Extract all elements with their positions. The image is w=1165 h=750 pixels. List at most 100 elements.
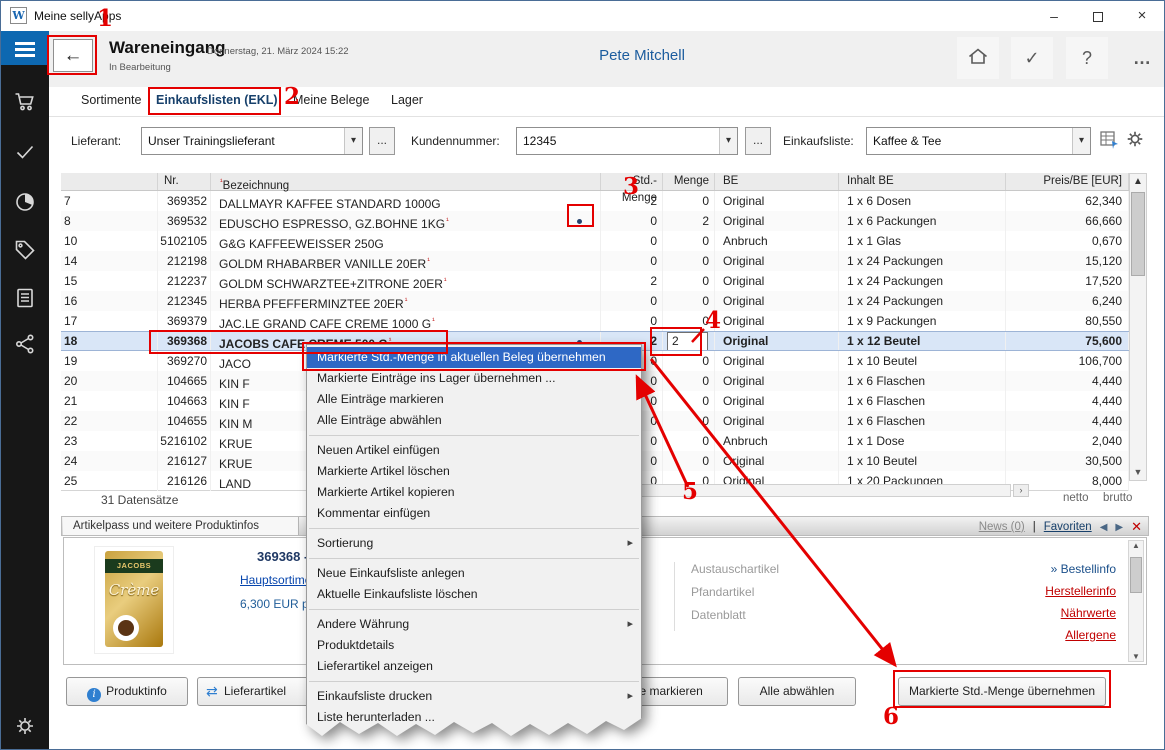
chevron-down-icon[interactable]: ▾ [344,128,362,154]
favoriten-link[interactable]: Favoriten [1044,521,1092,533]
catalog-icon[interactable] [14,287,36,309]
cell-menge[interactable]: 0 [663,371,715,391]
lieferant-more-button[interactable]: ... [369,127,395,155]
more-options-button[interactable]: … [1121,37,1163,79]
cell-menge[interactable]: 0 [663,391,715,411]
settings-gear-icon[interactable] [14,715,36,737]
context-menu-item[interactable]: Einkaufsliste drucken▸ [307,686,641,707]
scroll-up-icon[interactable]: ▲ [1129,541,1143,550]
minimize-button[interactable]: – [1032,1,1076,31]
tab-meine-belege[interactable]: Meine Belege [293,93,369,107]
cell-menge[interactable]: 2 [663,211,715,231]
panel-vertical-scrollbar[interactable]: ▲ ▼ [1128,540,1144,662]
tab-einkaufslisten[interactable]: Einkaufslisten (EKL) [156,93,278,107]
scrollbar-thumb[interactable] [1131,192,1145,276]
col-preis[interactable]: Preis/BE [EUR] [1006,173,1129,190]
table-row[interactable]: 14 212198 GOLDM RHABARBER VANILLE 20ER¹ … [61,251,1129,271]
cell-menge[interactable]: 0 [663,231,715,251]
list-settings-gear-icon[interactable] [1125,129,1145,152]
herstellerinfo-link[interactable]: Herstellerinfo [1045,584,1116,598]
chevron-down-icon[interactable]: ▾ [719,128,737,154]
kundennummer-more-button[interactable]: ... [745,127,771,155]
table-header[interactable]: Nr. ¹Bezeichnung Std.-Menge Menge BE Inh… [61,173,1129,191]
context-menu-item[interactable]: Kommentar einfügen [307,503,641,524]
news-link[interactable]: News (0) [979,521,1025,533]
context-menu-item[interactable]: Markierte Einträge ins Lager übernehmen … [307,368,641,389]
alle-abwaehlen-button[interactable]: Alle abwählen [738,677,856,706]
close-button[interactable]: × [1120,1,1164,31]
tab-lager[interactable]: Lager [391,93,423,107]
logged-in-user[interactable]: Pete Mitchell [542,47,742,64]
chevron-down-icon[interactable]: ▾ [1072,128,1090,154]
cell-menge[interactable]: 0 [663,191,715,211]
kundennummer-select[interactable]: 12345 ▾ [516,127,738,155]
share-network-icon[interactable] [14,333,36,355]
cell-menge[interactable]: 0 [663,251,715,271]
produktinfo-button[interactable]: iProduktinfo [66,677,188,706]
context-menu-item[interactable]: Markierte Std.-Menge in aktuellen Beleg … [307,347,641,368]
cell-menge[interactable]: 2 [663,332,715,350]
lieferartikel-button[interactable]: ⇄Lieferartikel [197,677,317,706]
col-nr[interactable]: Nr. [158,173,211,190]
context-menu-item[interactable]: Neue Einkaufsliste anlegen [307,563,641,584]
scroll-down-icon[interactable]: ▼ [1130,464,1146,480]
tag-icon[interactable] [14,239,36,261]
context-menu-item[interactable]: Markierte Artikel kopieren [307,482,641,503]
cell-menge[interactable]: 0 [663,271,715,291]
context-menu-item[interactable]: Alle Einträge markieren [307,389,641,410]
brutto-toggle[interactable]: brutto [1103,492,1132,504]
context-menu-item[interactable]: Andere Währung▸ [307,614,641,635]
close-panel-icon[interactable]: ✕ [1131,519,1142,535]
tasks-check-icon[interactable] [14,141,36,163]
einkaufsliste-select[interactable]: Kaffee & Tee ▾ [866,127,1091,155]
context-menu-item[interactable]: Alle Einträge abwählen [307,410,641,431]
cart-icon[interactable] [14,91,36,113]
cell-menge[interactable]: 0 [663,291,715,311]
table-row[interactable]: 8 369532 EDUSCHO ESPRESSO, GZ.BOHNE 1KG¹… [61,211,1129,231]
help-button[interactable]: ? [1066,37,1108,79]
home-button[interactable] [957,37,999,79]
context-menu-item[interactable]: Lieferartikel anzeigen [307,656,641,677]
allergene-link[interactable]: Allergene [1045,628,1116,642]
table-row[interactable]: 7 369352 DALLMAYR KAFFEE STANDARD 1000G … [61,191,1129,211]
back-button[interactable]: ← [53,39,93,72]
confirm-button[interactable]: ✓ [1011,37,1053,79]
context-menu-item[interactable]: Sortierung▸ [307,533,641,554]
context-menu-item[interactable]: Neuen Artikel einfügen [307,440,641,461]
context-menu-item[interactable]: Liste herunterladen ... [307,707,641,728]
artikelpass-title[interactable]: Artikelpass und weitere Produktinfos [63,517,299,535]
next-arrow-icon[interactable]: ▶ [1115,522,1123,533]
table-row[interactable]: 16 212345 HERBA PFEFFERMINZTEE 20ER¹ 0 0… [61,291,1129,311]
scroll-down-icon[interactable]: ▼ [1129,652,1143,661]
scrollbar-thumb[interactable] [1130,557,1142,593]
table-row[interactable]: 10 5102105 G&G KAFFEEWEISSER 250G 0 0 An… [61,231,1129,251]
col-be[interactable]: BE [715,173,839,190]
scroll-right-icon[interactable]: › [1013,484,1029,497]
lieferant-select[interactable]: Unser Trainingslieferant ▾ [141,127,363,155]
col-std-menge[interactable]: Std.-Menge [601,173,663,190]
prev-arrow-icon[interactable]: ◀ [1100,522,1108,533]
context-menu-item[interactable]: Markierte Artikel löschen [307,461,641,482]
context-menu-item[interactable]: Produktdetails [307,635,641,656]
markierte-std-menge-uebernehmen-button[interactable]: Markierte Std.-Menge übernehmen [898,677,1106,706]
pie-chart-icon[interactable] [14,191,36,213]
cell-menge[interactable]: 0 [663,411,715,431]
cell-menge[interactable]: 0 [663,311,715,331]
netto-toggle[interactable]: netto [1063,492,1089,504]
table-row[interactable]: 15 212237 GOLDM SCHWARZTEE+ZITRONE 20ER¹… [61,271,1129,291]
bestellinfo-link[interactable]: » Bestellinfo [1045,562,1116,576]
table-row[interactable]: 17 369379 JAC.LE GRAND CAFE CREME 1000 G… [61,311,1129,331]
cell-menge[interactable]: 0 [663,431,715,451]
col-menge[interactable]: Menge [663,173,715,190]
scroll-up-icon[interactable]: ▲ [1130,174,1146,190]
tab-sortimente[interactable]: Sortimente [81,93,141,107]
col-bezeichnung[interactable]: ¹Bezeichnung [211,173,601,190]
col-inhalt-be[interactable]: Inhalt BE [839,173,1006,190]
table-vertical-scrollbar[interactable]: ▲ ▼ [1129,173,1147,481]
cell-menge[interactable]: 0 [663,451,715,471]
context-menu-item[interactable]: Aktuelle Einkaufsliste löschen [307,584,641,605]
cell-menge[interactable]: 0 [663,351,715,371]
maximize-button[interactable] [1076,1,1120,31]
menge-edit-input[interactable]: 2 [667,332,708,350]
naehrwerte-link[interactable]: Nährwerte [1045,606,1116,620]
